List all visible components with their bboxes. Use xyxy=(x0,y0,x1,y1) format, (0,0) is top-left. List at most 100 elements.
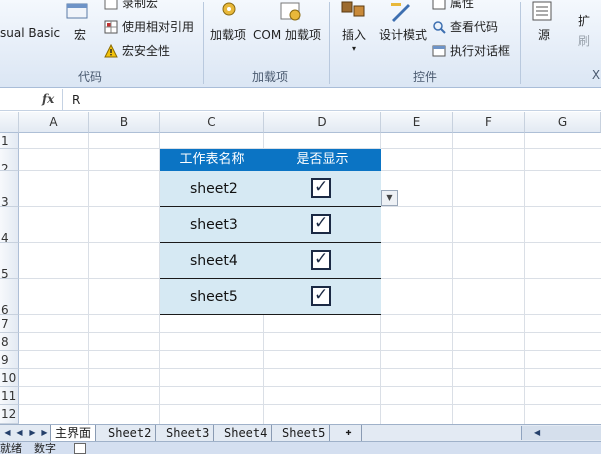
group-separator xyxy=(520,2,521,84)
num-lock-status: 数字 xyxy=(34,442,56,454)
formula-separator xyxy=(62,89,63,111)
visible-checkbox[interactable]: ✓ xyxy=(311,285,331,306)
view-code-icon xyxy=(433,21,446,34)
visible-checkbox[interactable]: ✓ xyxy=(311,249,331,270)
sheet-tab[interactable]: Sheet5 xyxy=(278,425,331,441)
chevron-down-icon[interactable]: ▼ xyxy=(381,190,398,206)
fx-icon[interactable]: fx xyxy=(42,92,54,106)
prev-sheet-icon[interactable]: ◀ xyxy=(14,427,25,439)
row-header[interactable]: 4 xyxy=(0,207,19,243)
row-header[interactable]: 10 xyxy=(0,369,19,387)
scroll-left-icon[interactable]: ◀ xyxy=(534,426,540,440)
sheet-name-cell[interactable]: sheet3 xyxy=(190,217,238,233)
status-bar: 就绪 数字 xyxy=(0,441,601,454)
row-header[interactable]: 5 xyxy=(0,243,19,279)
worksheet-grid[interactable]: A B C D E F G 1 2 3 4 5 6 7 8 9 10 11 12 xyxy=(0,112,601,424)
row-header[interactable]: 1 xyxy=(0,133,19,149)
excel-window: sual Basic 宏 录制宏 使用相对引用 宏安全性 代码 加载项 COM … xyxy=(0,0,601,454)
refresh-data-button[interactable]: 刷 xyxy=(578,32,590,49)
row-header[interactable]: 12 xyxy=(0,405,19,424)
row-header[interactable]: 2 xyxy=(0,149,19,171)
ribbon: sual Basic 宏 录制宏 使用相对引用 宏安全性 代码 加载项 COM … xyxy=(0,0,601,88)
row-header[interactable]: 7 xyxy=(0,315,19,333)
sheet-name-cell[interactable]: sheet2 xyxy=(190,181,238,197)
macro-security-button[interactable]: 宏安全性 xyxy=(104,42,170,59)
insert-sheet-icon[interactable]: ✚ xyxy=(336,425,362,441)
design-mode-icon xyxy=(391,3,410,22)
sheet-name-cell[interactable]: sheet5 xyxy=(190,289,238,305)
source-icon xyxy=(532,1,552,21)
row-header[interactable]: 11 xyxy=(0,387,19,405)
design-mode-button[interactable]: 设计模式 xyxy=(379,26,427,43)
table-header-sheet-name: 工作表名称 xyxy=(179,152,245,167)
column-header[interactable]: G xyxy=(525,112,601,133)
group-separator xyxy=(329,2,330,84)
com-addins-icon xyxy=(280,2,301,21)
properties-icon xyxy=(432,0,446,10)
source-button[interactable]: 源 xyxy=(538,26,550,43)
group-separator xyxy=(203,2,204,84)
column-header[interactable]: B xyxy=(89,112,160,133)
column-header[interactable]: E xyxy=(381,112,453,133)
grid-line xyxy=(19,332,601,333)
sheet-name-cell[interactable]: sheet4 xyxy=(190,253,238,269)
visible-checkbox[interactable]: ✓ xyxy=(311,177,331,198)
table-row: sheet3 ✓ xyxy=(160,207,381,243)
macro-icon xyxy=(66,3,88,19)
com-addins-button[interactable]: COM 加载项 xyxy=(253,26,321,43)
formula-input[interactable]: R xyxy=(72,93,80,107)
sheet-tab[interactable]: Sheet4 xyxy=(220,425,273,441)
grid-line xyxy=(19,350,601,351)
table-row: sheet4 ✓ xyxy=(160,243,381,279)
expand-pack-button[interactable]: 扩 xyxy=(578,12,590,29)
record-macro-icon xyxy=(104,0,118,10)
macro-button[interactable]: 宏 xyxy=(74,26,86,43)
column-header[interactable]: C xyxy=(160,112,264,133)
visual-basic-button[interactable]: sual Basic xyxy=(0,26,60,40)
view-code-button[interactable]: 查看代码 xyxy=(432,18,498,35)
first-sheet-icon[interactable]: ◀ xyxy=(2,427,13,439)
warning-icon xyxy=(104,44,118,58)
controls-group-label: 控件 xyxy=(412,70,437,84)
checkmark-icon: ✓ xyxy=(314,249,329,269)
horizontal-scrollbar[interactable]: ◀ xyxy=(521,426,601,440)
row-header[interactable]: 6 xyxy=(0,279,19,315)
checkmark-icon: ✓ xyxy=(314,177,329,197)
ready-status: 就绪 xyxy=(0,442,22,454)
view-code-label: 查看代码 xyxy=(450,20,499,34)
record-macro-button[interactable]: 录制宏 xyxy=(104,0,158,11)
column-header[interactable]: F xyxy=(453,112,525,133)
code-group-label: 代码 xyxy=(77,70,102,84)
select-all-corner[interactable] xyxy=(0,112,19,133)
grid-line xyxy=(19,404,601,405)
addins-group-label: 加载项 xyxy=(251,70,288,84)
last-sheet-icon[interactable]: ▶ xyxy=(39,427,50,439)
properties-button[interactable]: 属性 xyxy=(432,0,474,11)
formula-bar: fx R xyxy=(0,89,601,111)
macro-record-icon[interactable] xyxy=(74,443,86,454)
addins-button[interactable]: 加载项 xyxy=(210,26,246,43)
grid-line xyxy=(19,386,601,387)
table-header-row: 工作表名称 是否显示 xyxy=(160,149,381,171)
sheet-tab-main[interactable]: 主界面 xyxy=(50,425,97,441)
record-macro-label: 录制宏 xyxy=(122,0,159,10)
column-header[interactable]: D xyxy=(264,112,381,133)
sheet-tab[interactable]: Sheet3 xyxy=(162,425,215,441)
column-header[interactable]: A xyxy=(19,112,89,133)
run-dialog-label: 执行对话框 xyxy=(450,44,511,58)
checkmark-icon: ✓ xyxy=(314,213,329,233)
xml-group-label: X xyxy=(591,68,601,82)
row-header[interactable]: 8 xyxy=(0,333,19,351)
sheet-tab[interactable]: Sheet2 xyxy=(104,425,157,441)
chevron-down-icon[interactable]: ▾ xyxy=(352,44,356,53)
table-row: sheet5 ✓ xyxy=(160,279,381,315)
row-header[interactable]: 9 xyxy=(0,351,19,369)
table-header-visible: 是否显示 xyxy=(296,152,349,167)
next-sheet-icon[interactable]: ▶ xyxy=(27,427,38,439)
visible-checkbox[interactable]: ✓ xyxy=(311,213,331,234)
row-header[interactable]: 3 xyxy=(0,171,19,207)
run-dialog-button[interactable]: 执行对话框 xyxy=(432,42,510,59)
insert-control-button[interactable]: 插入 xyxy=(342,26,366,43)
relative-reference-button[interactable]: 使用相对引用 xyxy=(104,18,194,35)
sheet-tab-bar: ◀ ◀ ▶ ▶ 主界面 Sheet2 Sheet3 Sheet4 Sheet5 … xyxy=(0,424,601,441)
